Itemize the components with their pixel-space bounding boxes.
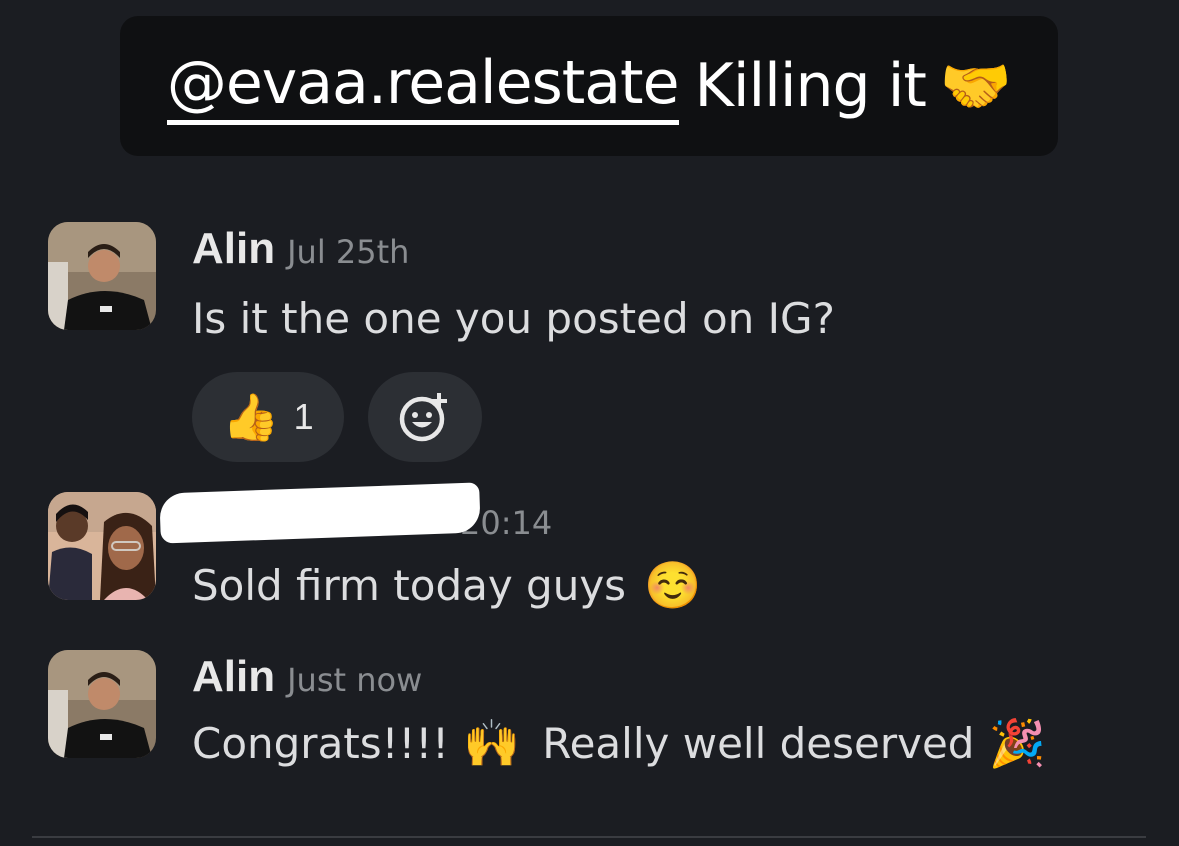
smiling-emoji: ☺️ [644, 558, 702, 612]
thumbs-up-icon: 👍 [222, 389, 280, 444]
message-text: Sold firm today guys ☺️ [192, 558, 705, 613]
message-text-part1: Congrats!!!! [192, 719, 450, 768]
avatar[interactable] [48, 222, 156, 330]
reaction-thumbs-up[interactable]: 👍 1 [192, 372, 344, 462]
mention-link[interactable]: @evaa.realestate [166, 48, 679, 125]
message-text-part2: Really well deserved [542, 719, 975, 768]
message-text-content: Sold firm today guys [192, 561, 627, 610]
avatar[interactable] [48, 492, 156, 600]
timestamp[interactable]: Jul 25th [287, 233, 409, 271]
avatar[interactable] [48, 650, 156, 758]
caption-text: Killing it [694, 51, 927, 121]
timestamp[interactable]: Just now [287, 661, 422, 699]
handshake-emoji: 🤝 [939, 51, 1012, 120]
raised-hands-emoji: 🙌 [463, 716, 521, 770]
story-caption-banner: @evaa.realestate Killing it 🤝 [120, 16, 1058, 156]
add-reaction-button[interactable] [368, 372, 482, 462]
author-name[interactable]: Alin [192, 652, 275, 702]
divider [32, 836, 1146, 838]
add-emoji-icon [399, 393, 447, 442]
message-text: Is it the one you posted on IG? [192, 294, 835, 343]
message-text: Congrats!!!! 🙌 Really well deserved 🎉 [192, 716, 1050, 771]
author-name[interactable]: Alin [192, 224, 275, 274]
party-popper-emoji: 🎉 [988, 716, 1046, 770]
reaction-count: 1 [293, 396, 314, 437]
reactions-bar: 👍 1 [192, 372, 482, 462]
